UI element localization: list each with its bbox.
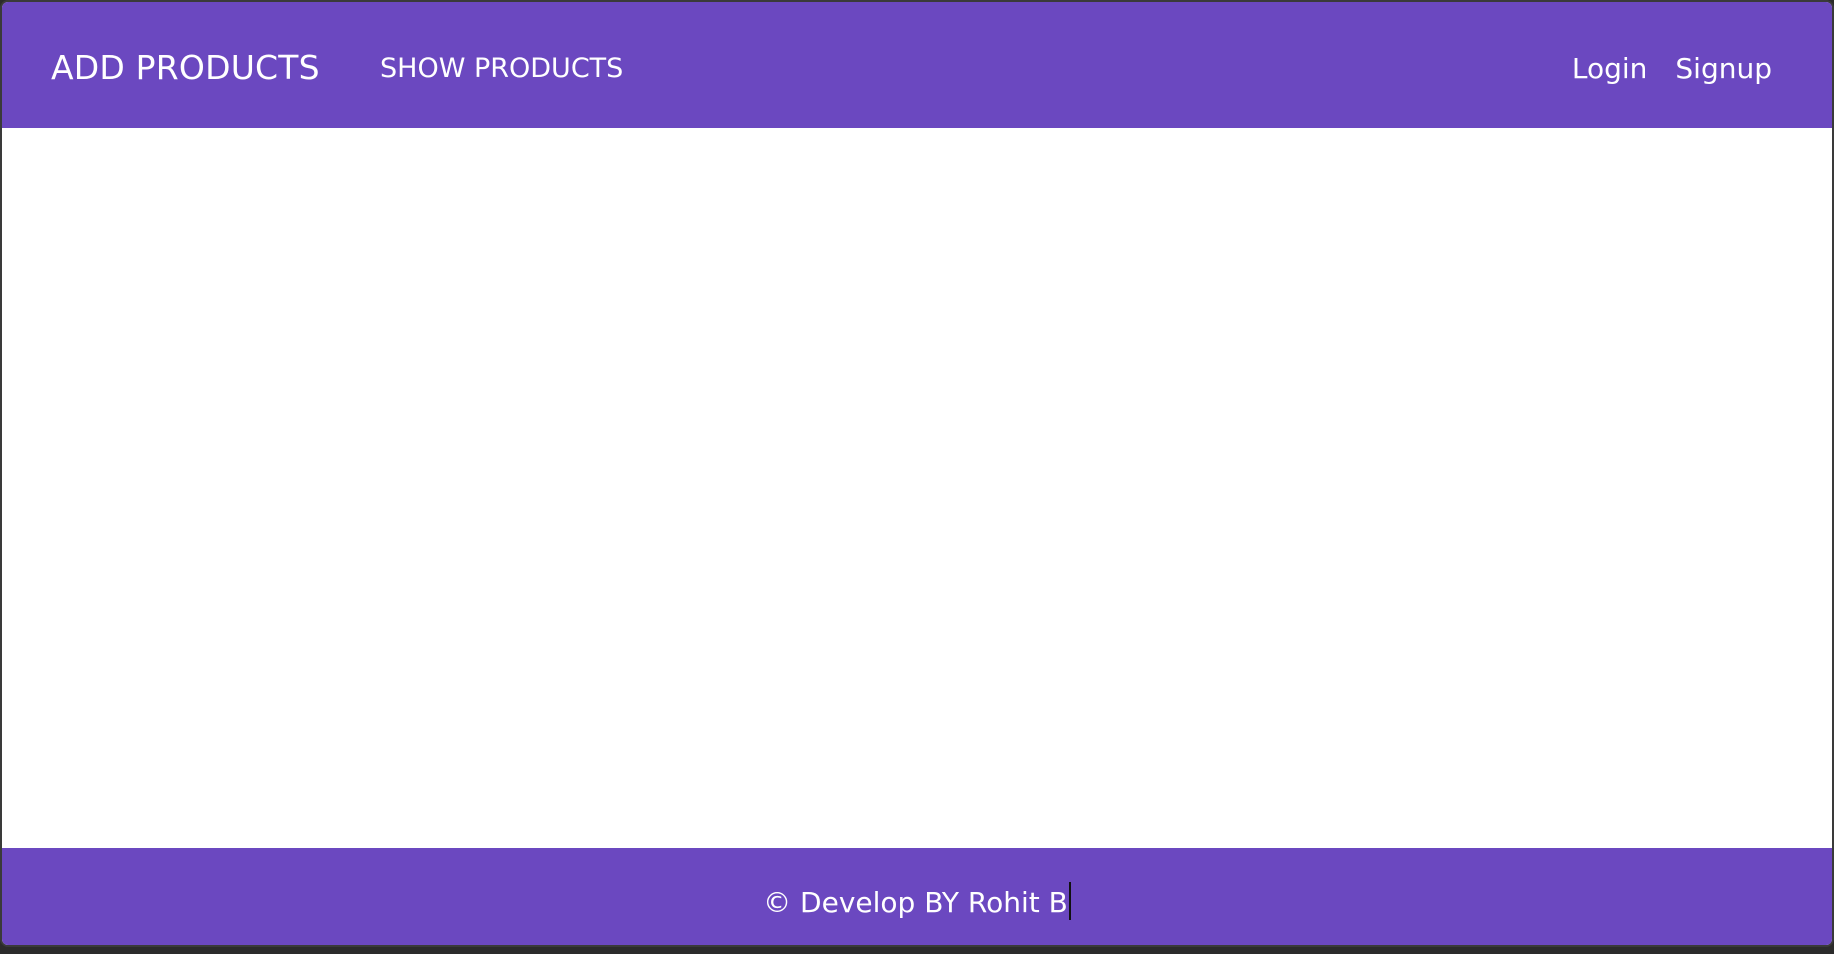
main-content (2, 128, 1832, 848)
footer-text: © Develop BY Rohit B (763, 886, 1068, 919)
footer: © Develop BY Rohit B (2, 848, 1832, 945)
login-link[interactable]: Login (1572, 51, 1648, 87)
app-window: ADD PRODUCTS SHOW PRODUCTS Login Signup … (0, 0, 1834, 947)
show-products-link[interactable]: SHOW PRODUCTS (380, 52, 623, 86)
top-navbar: ADD PRODUCTS SHOW PRODUCTS Login Signup (2, 2, 1832, 128)
footer-copyright: © Develop BY Rohit B (2, 882, 1832, 921)
auth-links: Login Signup (1572, 51, 1772, 87)
text-cursor (1068, 882, 1071, 920)
signup-link[interactable]: Signup (1675, 51, 1772, 87)
brand-link[interactable]: ADD PRODUCTS (51, 48, 320, 88)
